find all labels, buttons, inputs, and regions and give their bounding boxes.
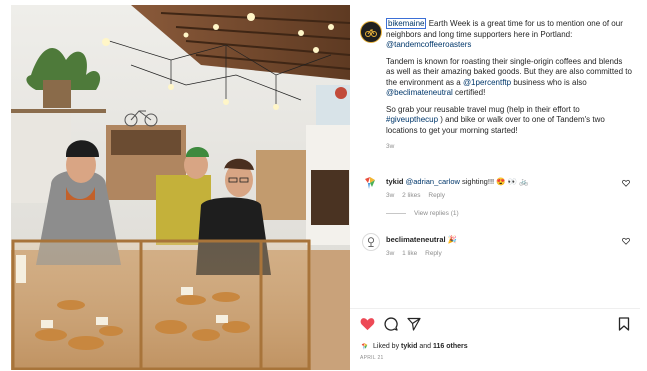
comment-time: 3w bbox=[386, 192, 395, 199]
post-timestamp: 3w bbox=[386, 143, 395, 150]
comment-username[interactable]: beclimateneutral bbox=[386, 235, 446, 244]
caption-paragraph-3: So grab your reusable travel mug (help i… bbox=[386, 105, 632, 137]
likes-middle: and bbox=[419, 343, 432, 350]
view-replies-label: View replies (1) bbox=[414, 210, 459, 217]
likes-count[interactable]: 116 others bbox=[433, 343, 468, 350]
comment-meta: 3w 2 likes Reply bbox=[386, 191, 616, 201]
comment-body: beclimateneutral 🎉 3w 1 like Reply bbox=[386, 235, 616, 259]
comment-icon[interactable] bbox=[384, 317, 398, 331]
reply-button[interactable]: Reply bbox=[428, 192, 445, 199]
mention-link[interactable]: @beclimateneutral bbox=[386, 88, 453, 97]
comment-text: 🎉 bbox=[445, 235, 458, 244]
hashtag-link[interactable]: #giveupthecup bbox=[386, 115, 438, 124]
actions-divider bbox=[350, 308, 640, 309]
post-caption: bikemaine Earth Week is a great time for… bbox=[386, 18, 632, 153]
comment-likes[interactable]: 1 like bbox=[402, 250, 417, 257]
mention-link[interactable]: @tandemcoffeeroasters bbox=[386, 40, 471, 49]
heart-outline-icon[interactable] bbox=[622, 237, 630, 245]
author-handle[interactable]: bikemaine bbox=[386, 18, 427, 29]
comment-meta: 3w 1 like Reply bbox=[386, 249, 616, 259]
caption-text: business who is also bbox=[511, 77, 587, 87]
comment-body: tykid @adrian_carlow sighting!!! 😍 👀 🚲 3… bbox=[386, 177, 616, 201]
action-bar bbox=[360, 317, 635, 333]
view-replies-button[interactable]: View replies (1) bbox=[386, 210, 459, 217]
caption-text: certified! bbox=[452, 88, 486, 97]
likes-prefix: Liked by bbox=[373, 343, 400, 350]
instagram-post-screenshot: bikemaine Earth Week is a great time for… bbox=[0, 0, 647, 371]
post-photo[interactable] bbox=[11, 5, 350, 370]
reply-button[interactable]: Reply bbox=[425, 250, 442, 257]
caption-paragraph-1: bikemaine Earth Week is a great time for… bbox=[386, 18, 632, 51]
mention-link[interactable]: @adrian_carlow bbox=[406, 177, 460, 186]
commenter-avatar[interactable] bbox=[362, 175, 378, 191]
mention-link[interactable]: @1percentftp bbox=[463, 78, 511, 87]
heart-filled-icon[interactable] bbox=[360, 317, 375, 331]
bookmark-icon[interactable] bbox=[618, 317, 630, 331]
author-avatar[interactable] bbox=[360, 21, 382, 43]
comment-likes[interactable]: 2 likes bbox=[402, 192, 420, 199]
liker-avatar-icon bbox=[361, 343, 368, 350]
comment-text: sighting!!! 😍 👀 🚲 bbox=[459, 177, 529, 186]
share-icon[interactable] bbox=[407, 317, 421, 331]
commenter-avatar[interactable] bbox=[362, 233, 380, 251]
liker-username[interactable]: tykid bbox=[401, 343, 417, 350]
colorful-logo-icon bbox=[365, 177, 375, 189]
climate-logo-icon bbox=[367, 237, 375, 247]
caption-paragraph-2: Tandem is known for roasting their singl… bbox=[386, 57, 632, 99]
likes-summary[interactable]: Liked by tykid and 116 others bbox=[360, 342, 468, 351]
post-date: APRIL 21 bbox=[360, 355, 384, 361]
bike-logo-icon bbox=[365, 29, 377, 37]
replies-line bbox=[386, 213, 406, 214]
heart-outline-icon[interactable] bbox=[622, 179, 630, 187]
comment-username[interactable]: tykid bbox=[386, 177, 404, 186]
comment-time: 3w bbox=[386, 250, 395, 257]
caption-text: So grab your reusable travel mug (help i… bbox=[386, 104, 580, 114]
post-detail-pane: bikemaine Earth Week is a great time for… bbox=[350, 5, 640, 370]
